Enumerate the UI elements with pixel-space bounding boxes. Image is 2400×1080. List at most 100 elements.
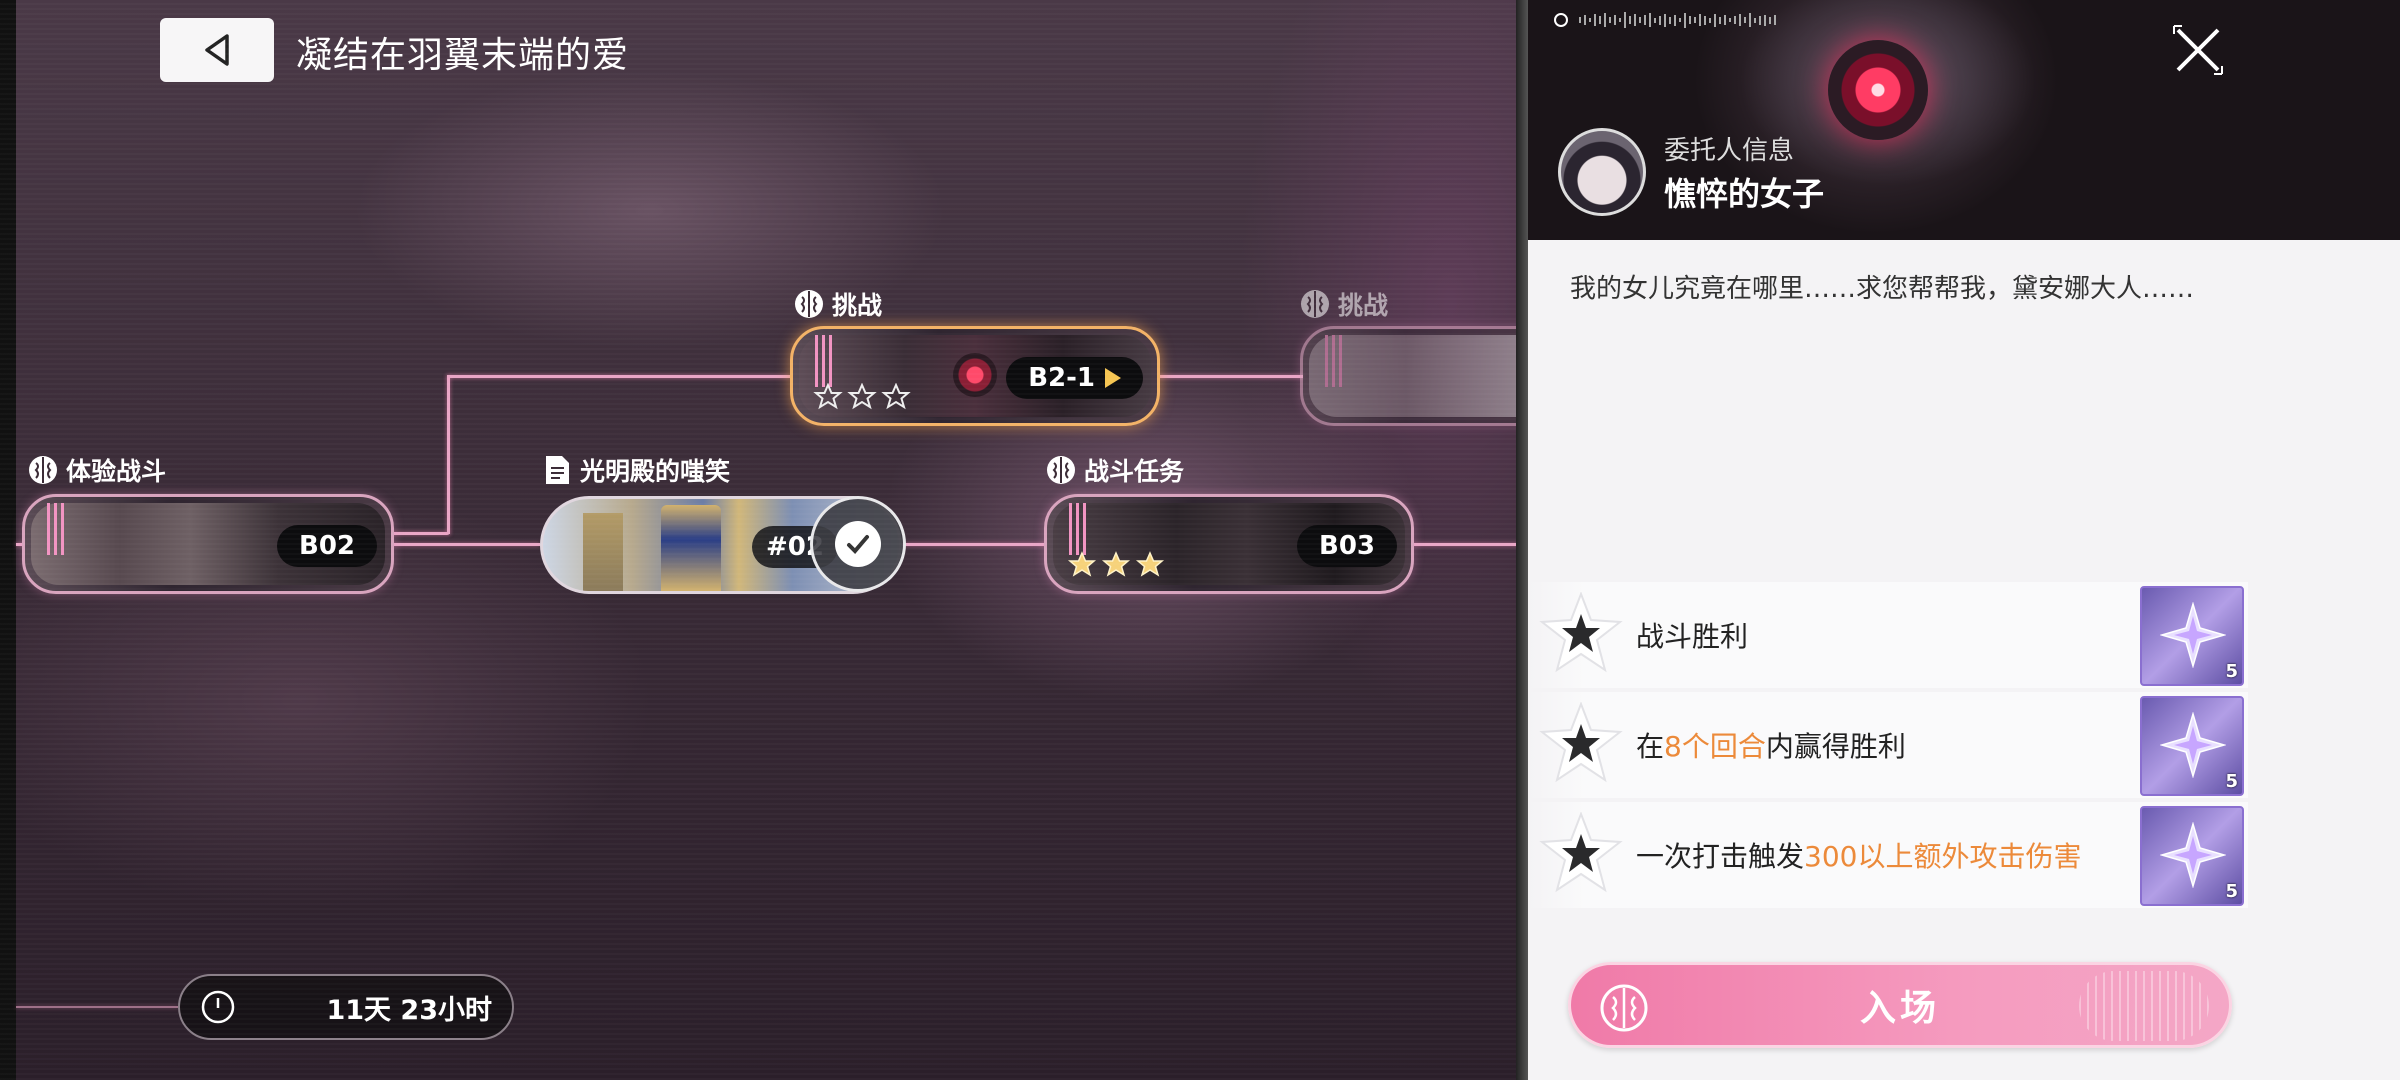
back-button[interactable]: [160, 18, 274, 82]
client-caption: 委托人信息: [1664, 135, 1795, 166]
path-line: [16, 543, 30, 546]
stage-card-art: [1309, 335, 1530, 417]
reward-item[interactable]: 5: [2140, 586, 2244, 686]
story-art-building: [661, 505, 721, 591]
voice-waveform[interactable]: [1554, 12, 1776, 28]
reward-item[interactable]: 5: [2140, 696, 2244, 796]
voice-dot-icon: [1554, 13, 1568, 27]
play-icon: [1105, 368, 1121, 388]
stage-card-next[interactable]: [1300, 326, 1530, 426]
node-type-label: 光明殿的嗤笑: [580, 457, 731, 486]
objective-highlight: 300以上额外攻击伤害: [1804, 840, 2082, 873]
objective-text: 在8个回合内赢得胜利: [1636, 725, 1906, 765]
node-type-label: 体验战斗: [66, 457, 167, 486]
node-label-battle: 战斗任务: [1046, 452, 1184, 488]
timer-text: 11天 23小时: [326, 994, 492, 1026]
brain-icon: [795, 290, 823, 318]
objective-star-icon: [1539, 702, 1623, 783]
stage-code: B03: [1319, 531, 1375, 561]
clock-icon: [201, 990, 235, 1024]
star-filled-icon: [1101, 551, 1131, 577]
objective-highlight: 8个回合: [1664, 730, 1766, 763]
objective-star-icon: [1539, 812, 1623, 893]
stage-card-b02[interactable]: B02: [22, 494, 394, 594]
enter-decoration: [2079, 971, 2209, 1041]
reward-item[interactable]: 5: [2140, 806, 2244, 906]
enter-button[interactable]: 入场: [1568, 962, 2232, 1048]
objective-text-part: 内赢得胜利: [1765, 730, 1906, 763]
stage-card-art: [31, 503, 385, 585]
objective-row: 一次打击触发300以上额外攻击伤害 5: [1528, 802, 2248, 908]
brain-icon: [1301, 290, 1329, 318]
reward-quantity: 5: [2225, 661, 2238, 682]
path-line: [447, 376, 450, 534]
check-icon: [835, 521, 881, 567]
objective-text-part: 在: [1636, 730, 1665, 763]
stage-map: 凝结在羽翼末端的爱 体验战斗 B02 光明殿的嗤笑 #02 挑战 B2-1 战斗…: [0, 0, 1530, 1080]
page-title: 凝结在羽翼末端的爱: [296, 35, 630, 76]
brain-icon: [1600, 984, 1648, 1032]
path-line: [447, 375, 790, 378]
objective-text-part: 战斗胜利: [1636, 620, 1749, 653]
boss-eye-art: [953, 353, 997, 397]
path-line: [16, 1006, 178, 1008]
node-type-label: 挑战: [1338, 291, 1389, 320]
left-edge: [0, 0, 16, 1080]
path-line: [1158, 375, 1303, 378]
path-line: [902, 543, 1047, 546]
story-code: #02: [766, 532, 824, 562]
reward-quantity: 5: [2225, 881, 2238, 902]
star-empty-icon: [847, 383, 877, 410]
brain-icon: [29, 456, 57, 484]
objective-text-part: 一次打击触发: [1636, 840, 1805, 873]
boss-banner: 委托人信息 憔悴的女子: [1528, 0, 2400, 240]
crystal-gem-icon: [2160, 712, 2226, 778]
star-empty-icon: [881, 383, 911, 410]
star-empty-icon: [813, 383, 843, 410]
node-label-trial: 体验战斗: [28, 452, 166, 488]
objective-row: 在8个回合内赢得胜利 5: [1528, 692, 2248, 798]
event-timer: 11天 23小时: [178, 974, 514, 1040]
star-rating: [1067, 551, 1165, 581]
stage-code: B2-1: [1028, 363, 1095, 393]
card-stripes: [1325, 335, 1343, 387]
back-triangle-icon: [205, 34, 229, 66]
star-filled-icon: [1135, 551, 1165, 577]
node-label-story: 光明殿的嗤笑: [542, 452, 730, 488]
stage-detail-panel: 委托人信息 憔悴的女子 我的女儿究竟在哪里……求您帮帮我，黛安娜大人…… 战斗胜…: [1528, 0, 2400, 1080]
stage-card-b2-1[interactable]: B2-1: [790, 326, 1160, 426]
boss-eye-art: [1828, 40, 1928, 140]
objective-star-icon: [1539, 592, 1623, 673]
crystal-gem-icon: [2160, 822, 2226, 888]
node-type-label: 战斗任务: [1084, 457, 1185, 486]
story-art-tower: [583, 513, 623, 591]
objective-text: 战斗胜利: [1636, 615, 1748, 655]
close-button[interactable]: [2168, 20, 2228, 80]
stage-code: B02: [299, 531, 355, 561]
path-line: [390, 532, 450, 535]
story-code-pill: #02: [752, 526, 838, 568]
story-card-02[interactable]: [540, 496, 902, 594]
stage-card-art: [1053, 503, 1405, 585]
crystal-gem-icon: [2160, 602, 2226, 668]
star-rating: [813, 383, 911, 413]
objective-text: 一次打击触发300以上额外攻击伤害: [1636, 835, 2081, 875]
brain-icon: [1047, 456, 1075, 484]
client-info: 委托人信息 憔悴的女子: [1558, 128, 1824, 216]
card-stripes: [1069, 503, 1087, 555]
client-quote: 我的女儿究竟在哪里……求您帮帮我，黛安娜大人……: [1570, 274, 2195, 304]
star-filled-icon: [1067, 551, 1097, 577]
node-type-label: 挑战: [832, 291, 883, 320]
stage-card-b03[interactable]: B03: [1044, 494, 1414, 594]
card-stripes: [815, 335, 833, 387]
node-label-challenge-next: 挑战: [1300, 286, 1388, 322]
client-avatar: [1558, 128, 1646, 216]
client-name: 憔悴的女子: [1664, 174, 1825, 213]
stage-code-pill: B03: [1297, 525, 1397, 567]
panel-separator: [1516, 0, 1528, 1080]
objective-row: 战斗胜利 5: [1528, 582, 2248, 688]
card-stripes: [47, 503, 65, 555]
cleared-badge: [810, 496, 906, 592]
enter-label: 入场: [1859, 988, 1940, 1029]
document-icon: [546, 456, 569, 484]
